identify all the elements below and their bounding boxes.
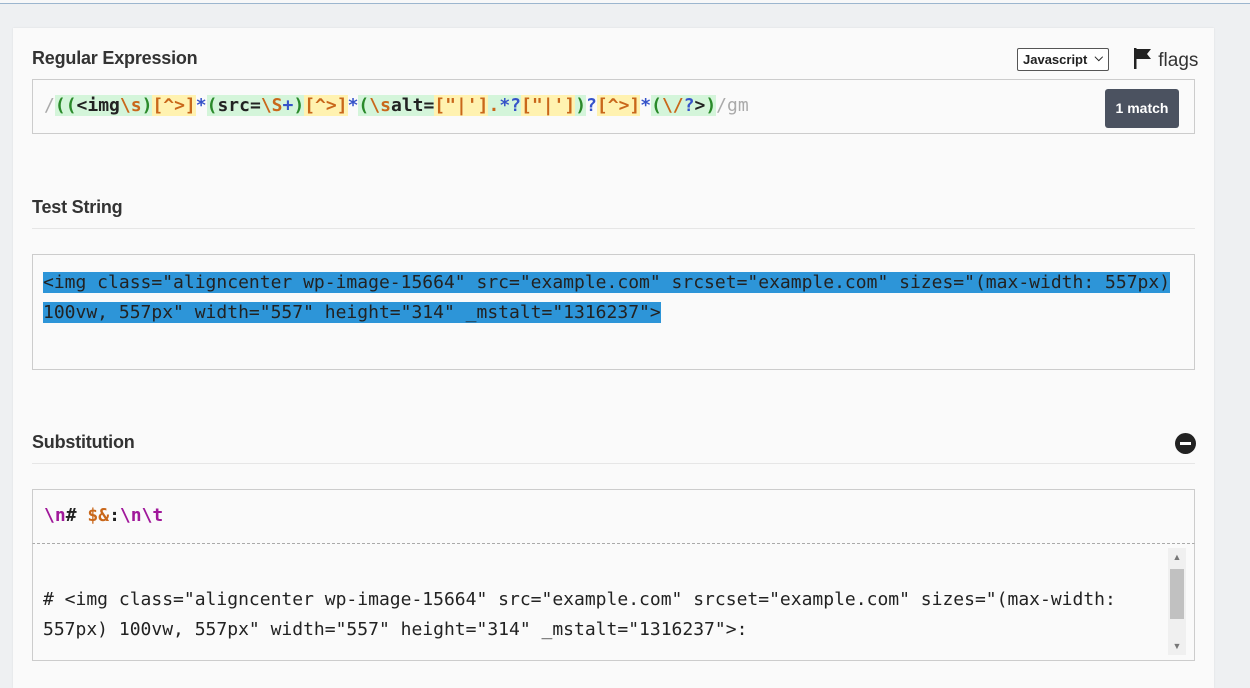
regex-token: alt=	[390, 95, 435, 116]
substitution-pattern: \n# $&:\n\t	[44, 505, 163, 526]
scroll-thumb[interactable]	[1170, 569, 1184, 619]
regex-token: )	[293, 95, 305, 116]
substitution-title: Substitution	[32, 432, 135, 452]
substitution-token: \n\t	[119, 505, 164, 526]
regex-token: ?	[586, 95, 597, 116]
regex-section-title: Regular Expression	[32, 48, 198, 68]
regex-token: +	[282, 95, 294, 116]
regex-token: \s	[369, 95, 391, 116]
test-string-text: <img class="aligncenter wp-image-15664" …	[43, 268, 1173, 328]
regex-token: \S	[260, 95, 283, 116]
regex-token: (	[206, 95, 218, 116]
flags-label: flags	[1158, 50, 1199, 71]
test-string-input[interactable]: <img class="aligncenter wp-image-15664" …	[32, 254, 1195, 370]
regex-token: ["|']	[434, 95, 489, 116]
substitution-token: #	[65, 505, 88, 526]
chevron-down-icon: ⌵	[1094, 52, 1103, 64]
regex-token: ?	[683, 95, 695, 116]
flavor-select-value: Javascript	[1023, 52, 1088, 67]
flavor-select[interactable]: Javascript ⌵	[1017, 48, 1109, 71]
flag-icon	[1134, 48, 1151, 69]
regex-token: (	[65, 95, 77, 116]
regex-delimiter-close: /	[716, 95, 727, 116]
regex-token: <img	[76, 95, 120, 116]
regex-token: *	[640, 95, 652, 116]
test-string-match: <img class="aligncenter wp-image-15664" …	[43, 272, 1171, 323]
divider	[32, 228, 1195, 229]
scroll-up-icon[interactable]: ▲	[1168, 548, 1186, 566]
regex-token: ["|']	[521, 95, 576, 116]
regex-token: *	[195, 95, 207, 116]
regex-token: \/	[661, 95, 684, 116]
regex-token: \s	[119, 95, 142, 116]
regex-token: )	[575, 95, 587, 116]
regex-delimiter-open: /	[44, 95, 55, 116]
substitution-input[interactable]: \n# $&:\n\t	[32, 489, 1195, 544]
regex-token: >	[694, 95, 706, 116]
regex-token: src=	[217, 95, 261, 116]
regex-token: *?	[499, 95, 522, 116]
collapse-minus-icon[interactable]	[1175, 433, 1196, 454]
result-scrollbar[interactable]: ▲ ▼	[1168, 548, 1186, 655]
regex-flags: gm	[727, 95, 749, 116]
divider	[32, 463, 1195, 464]
regex-token: .	[488, 95, 500, 116]
substitution-result-text: # <img class="aligncenter wp-image-15664…	[43, 589, 1116, 640]
regex-pattern: /((<img\s)[^>]*(src=\S+)[^>]*(\salt=["|'…	[44, 94, 749, 118]
test-string-title: Test String	[32, 197, 123, 217]
regex-input[interactable]: /((<img\s)[^>]*(src=\S+)[^>]*(\salt=["|'…	[32, 79, 1195, 134]
regex-token: [^>]	[152, 95, 196, 116]
substitution-token: $&	[87, 505, 110, 526]
regex-token: [^>]	[596, 95, 641, 116]
top-border	[0, 0, 1250, 4]
regex-token: )	[141, 95, 153, 116]
scroll-down-icon[interactable]: ▼	[1168, 637, 1186, 655]
match-count-badge: 1 match	[1105, 89, 1179, 128]
regex-token: (	[54, 95, 66, 116]
regex-token: *	[347, 95, 359, 116]
regex-token: (	[358, 95, 370, 116]
editor-panel: Regular Expression Javascript ⌵ flags /(…	[13, 28, 1214, 688]
substitution-result: # <img class="aligncenter wp-image-15664…	[32, 544, 1195, 661]
regex-token: )	[705, 95, 717, 116]
regex-token: [^>]	[304, 95, 348, 116]
regex-token: (	[651, 95, 662, 116]
flags-button[interactable]: flags	[1133, 48, 1198, 72]
substitution-token: \n	[44, 505, 66, 526]
substitution-token: :	[109, 505, 120, 526]
